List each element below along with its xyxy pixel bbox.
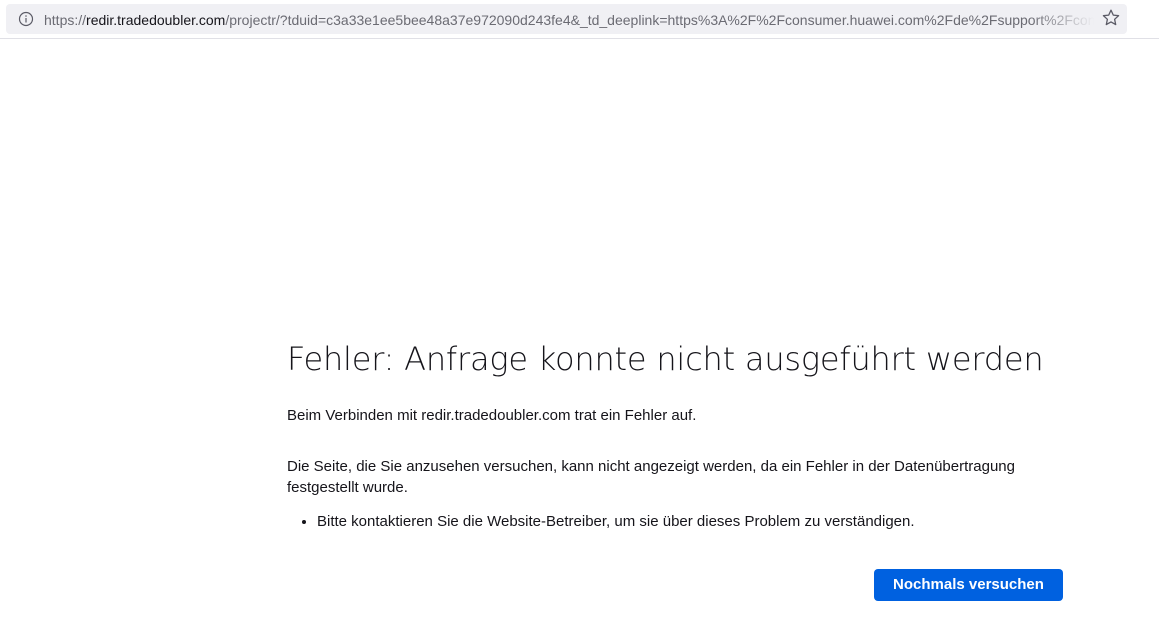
navigation-toolbar: https://redir.tradedoubler.com/projectr/… xyxy=(0,0,1159,39)
list-item: Bitte kontaktieren Sie die Website-Betre… xyxy=(317,511,1067,532)
url-path: /projectr/?tduid=c3a33e1ee5bee48a37e9720… xyxy=(225,12,1094,28)
error-page-container: Fehler: Anfrage konnte nicht ausgeführt … xyxy=(287,338,1067,532)
error-long-description: Die Seite, die Sie anzusehen versuchen, … xyxy=(287,458,1015,496)
error-suggestions-list: Bitte kontaktieren Sie die Website-Betre… xyxy=(287,511,1067,532)
retry-button[interactable]: Nochmals versuchen xyxy=(874,569,1063,601)
url-domain: redir.tradedoubler.com xyxy=(86,12,226,28)
url-scheme: https:// xyxy=(44,12,87,28)
url-text[interactable]: https://redir.tradedoubler.com/projectr/… xyxy=(44,11,1094,29)
error-title: Fehler: Anfrage konnte nicht ausgeführt … xyxy=(287,340,1044,378)
info-icon[interactable] xyxy=(18,11,34,27)
error-short-description: Beim Verbinden mit redir.tradedoubler.co… xyxy=(287,407,697,424)
star-icon[interactable] xyxy=(1101,8,1121,28)
url-bar[interactable]: https://redir.tradedoubler.com/projectr/… xyxy=(6,4,1127,34)
